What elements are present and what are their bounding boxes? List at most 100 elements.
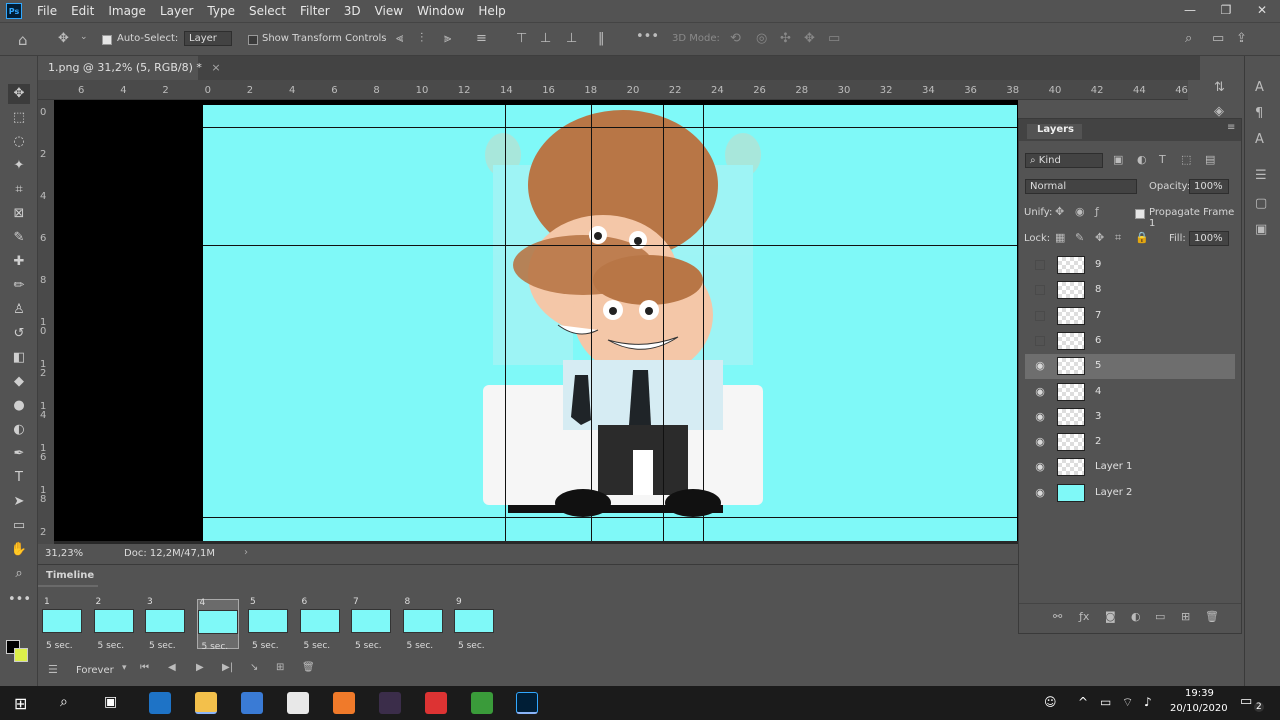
type-tool-icon[interactable]: T [8, 468, 30, 488]
timeline-frame[interactable]: 3 5 sec. [145, 597, 187, 651]
battery-icon[interactable]: ▭ [1100, 695, 1111, 709]
document-tab[interactable]: 1.png @ 31,2% (5, RGB/8) * × [38, 56, 221, 80]
previous-frame-icon[interactable]: ◀ [168, 662, 176, 673]
healing-brush-icon[interactable]: ✚ [8, 252, 30, 272]
glyphs-icon[interactable]: A [1255, 132, 1264, 147]
add-mask-icon[interactable]: ◙ [1105, 610, 1116, 623]
filter-shape-icon[interactable]: ⬚ [1181, 153, 1191, 166]
filter-pixel-icon[interactable]: ▣ [1113, 153, 1123, 166]
menu-view[interactable]: View [368, 4, 410, 18]
camtasia-icon[interactable] [425, 692, 447, 714]
fill-field[interactable]: 100% [1189, 231, 1229, 246]
align-top-icon[interactable]: ⊤ [516, 31, 527, 46]
align-middle-icon[interactable]: ⊥ [540, 31, 551, 46]
layer-row[interactable]: 6 [1025, 329, 1235, 354]
crop-tool-icon[interactable]: ⌗ [8, 180, 30, 200]
more-tools-icon[interactable]: ••• [8, 590, 31, 610]
lock-transparent-icon[interactable]: ▦ [1055, 231, 1065, 244]
visibility-eye-icon[interactable]: ◉ [1033, 385, 1047, 398]
chevron-down-icon[interactable]: ▾ [122, 663, 127, 673]
search-icon[interactable]: ⌕ [60, 694, 68, 710]
file-explorer-icon[interactable] [195, 692, 217, 714]
workspace-icon[interactable]: ▭ [1212, 31, 1224, 46]
layers-tab[interactable]: Layers [1027, 124, 1082, 139]
lock-all-icon[interactable]: 🔒 [1135, 231, 1149, 244]
convert-icon[interactable]: ☰ [48, 663, 58, 676]
paint-bucket-icon[interactable]: ◆ [8, 372, 30, 392]
loop-dropdown[interactable]: Forever [76, 665, 114, 676]
frame-duration[interactable]: 5 sec. [304, 641, 331, 651]
paragraph-icon[interactable]: ¶ [1255, 106, 1263, 121]
menu-layer[interactable]: Layer [153, 4, 200, 18]
frame-duration[interactable]: 5 sec. [407, 641, 434, 651]
visibility-toggle[interactable] [1035, 335, 1045, 346]
layer-row[interactable]: 8 [1025, 278, 1235, 303]
frame-duration[interactable]: 5 sec. [252, 641, 279, 651]
panel-menu-icon[interactable]: ≡ [1227, 122, 1235, 133]
3d-roll-icon[interactable]: ◎ [756, 31, 767, 46]
visibility-eye-icon[interactable]: ◉ [1033, 360, 1047, 372]
filter-type-icon[interactable]: T [1159, 153, 1166, 166]
visibility-eye-icon[interactable]: ◉ [1033, 486, 1047, 499]
close-button[interactable]: ✕ [1244, 0, 1280, 22]
menu-file[interactable]: File [30, 4, 64, 18]
3d-pan-icon[interactable]: ✣ [780, 31, 791, 46]
photoshop-taskbar-icon[interactable] [516, 692, 538, 714]
chevron-up-icon[interactable]: ^ [1078, 695, 1088, 709]
windows-start-icon[interactable]: ⊞ [14, 694, 27, 713]
character-icon[interactable]: A [1255, 80, 1264, 95]
visibility-eye-icon[interactable]: ◉ [1033, 461, 1047, 473]
distribute-vertical-icon[interactable]: ‖ [598, 31, 605, 46]
home-icon[interactable]: ⌂ [18, 31, 28, 49]
new-layer-icon[interactable]: ⊞ [1181, 610, 1190, 623]
timeline-frame[interactable]: 8 5 sec. [402, 597, 445, 651]
zoom-tool-icon[interactable]: ⌕ [8, 564, 30, 584]
frame-duration[interactable]: 5 sec. [46, 641, 73, 651]
next-frame-icon[interactable]: ▶| [222, 662, 233, 673]
frame-tool-icon[interactable]: ⊠ [8, 204, 30, 224]
timeline-frame[interactable]: 4 5 sec. [196, 598, 239, 652]
people-icon[interactable]: ☺ [1044, 695, 1057, 709]
magic-wand-icon[interactable]: ✦ [8, 156, 30, 176]
search-icon[interactable]: ⌕ [1185, 31, 1192, 46]
layer-row[interactable]: ◉ 3 [1025, 405, 1235, 430]
lasso-tool-icon[interactable]: ◌ [8, 132, 30, 152]
restore-button[interactable]: ❐ [1208, 0, 1244, 22]
network-icon[interactable]: ⌔ [1122, 695, 1133, 710]
channels-icon[interactable]: ▣ [1255, 222, 1267, 237]
hand-tool-icon[interactable]: ✋ [8, 540, 30, 560]
3d-scale-icon[interactable]: ▭ [828, 31, 840, 46]
minimize-button[interactable]: — [1172, 0, 1208, 22]
layer-row[interactable]: ◉ 2 [1025, 430, 1235, 455]
stamp-tool-icon[interactable]: ♙ [8, 300, 30, 320]
menu-edit[interactable]: Edit [64, 4, 101, 18]
align-left-icon[interactable]: ⫷ [396, 31, 403, 46]
frame-duration[interactable]: 5 sec. [98, 641, 125, 651]
3d-slide-icon[interactable]: ✥ [804, 31, 815, 46]
align-right-icon[interactable]: ⫸ [444, 31, 451, 46]
delete-layer-icon[interactable]: 🗑 [1205, 610, 1219, 623]
app-icon[interactable] [471, 692, 493, 714]
move-tool-icon[interactable]: ✥ [58, 31, 69, 46]
app-icon[interactable] [333, 692, 355, 714]
visibility-toggle[interactable] [1035, 285, 1045, 296]
adjustments-icon[interactable]: ◈ [1214, 104, 1224, 119]
more-options-icon[interactable]: ••• [636, 29, 659, 44]
frame-duration[interactable]: 5 sec. [202, 642, 229, 652]
visibility-toggle[interactable] [1035, 260, 1045, 270]
chevron-down-icon[interactable]: ⌄ [80, 32, 88, 42]
eraser-icon[interactable]: ◧ [8, 348, 30, 368]
properties-icon[interactable]: ☰ [1255, 168, 1267, 183]
layer-row[interactable]: ◉ 4 [1025, 380, 1235, 405]
new-group-icon[interactable]: ▭ [1155, 610, 1165, 623]
rectangle-tool-icon[interactable]: ▭ [8, 516, 30, 536]
opacity-field[interactable]: 100% [1189, 179, 1229, 194]
show-transform-checkbox[interactable] [248, 33, 258, 46]
3d-orbit-icon[interactable]: ⟲ [730, 31, 741, 46]
visibility-toggle[interactable] [1035, 310, 1045, 321]
notification-icon[interactable]: ▭ [1240, 694, 1252, 709]
menu-filter[interactable]: Filter [293, 4, 337, 18]
timeline-frame[interactable]: 7 5 sec. [351, 597, 393, 651]
timeline-frame[interactable]: 5 5 sec. [248, 597, 290, 651]
pen-tool-icon[interactable]: ✒ [8, 444, 30, 464]
